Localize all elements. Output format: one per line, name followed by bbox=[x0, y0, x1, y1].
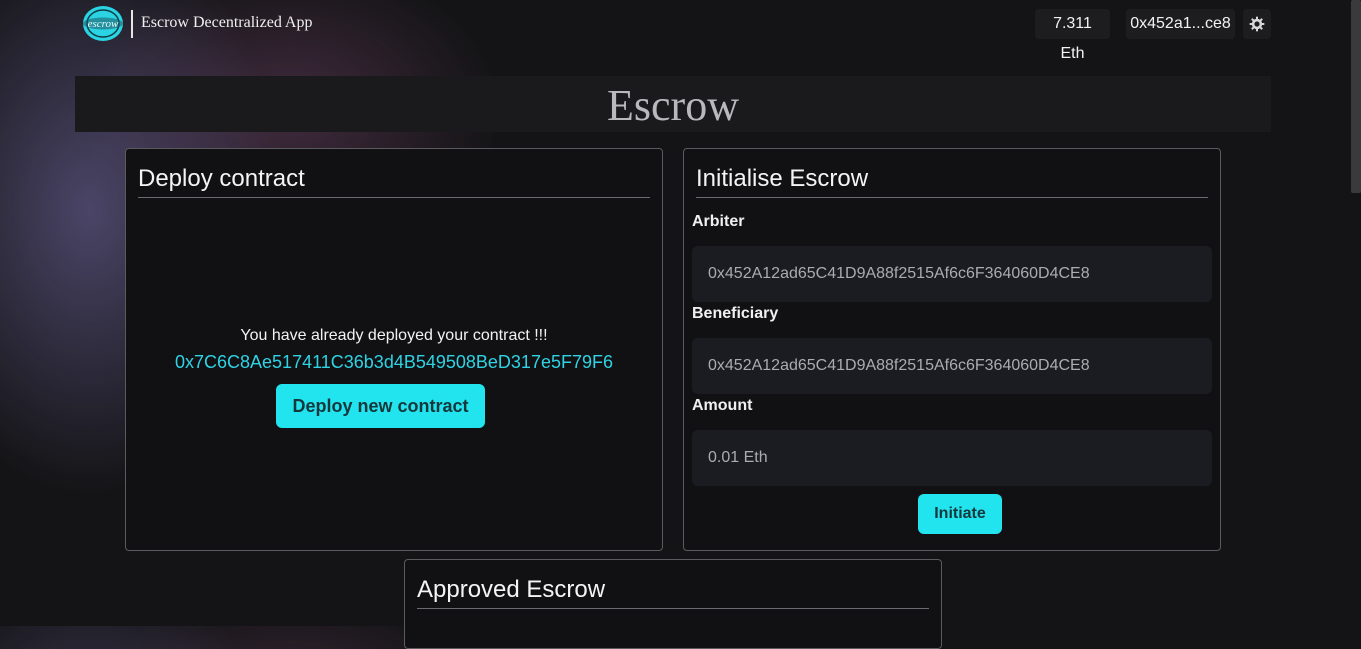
initiate-button[interactable]: Initiate bbox=[918, 494, 1002, 534]
card-title: Initialise Escrow bbox=[696, 165, 869, 192]
contract-address: 0x7C6C8Ae517411C36b3d4B549508BeD317e5F79… bbox=[174, 352, 613, 372]
gear-icon bbox=[1249, 16, 1265, 32]
card-title: Approved Escrow bbox=[417, 576, 606, 603]
svg-text:escrow: escrow bbox=[88, 18, 119, 30]
initialise-escrow-card: Initialise Escrow Arbiter Beneficiary Am… bbox=[683, 148, 1221, 551]
top-navbar: escrow Escrow Decentralized App 7.311 Et… bbox=[0, 0, 1361, 62]
beneficiary-label: Beneficiary bbox=[692, 305, 779, 322]
account-address-button[interactable]: 0x452a1...ce8 bbox=[1126, 9, 1235, 39]
amount-input[interactable] bbox=[692, 430, 1212, 486]
app-name: Escrow Decentralized App bbox=[141, 14, 313, 31]
amount-label: Amount bbox=[692, 397, 753, 414]
deploy-new-contract-button[interactable]: Deploy new contract bbox=[276, 384, 485, 428]
divider bbox=[417, 608, 929, 609]
escrow-logo[interactable]: escrow bbox=[82, 5, 124, 42]
divider bbox=[138, 197, 650, 198]
arbiter-label: Arbiter bbox=[692, 213, 745, 230]
settings-button[interactable] bbox=[1243, 9, 1271, 39]
deploy-status-message: You have already deployed your contract … bbox=[240, 327, 548, 344]
scrollbar-thumb[interactable] bbox=[1351, 0, 1361, 193]
page-title: Escrow bbox=[607, 81, 739, 130]
balance-badge: 7.311 Eth bbox=[1035, 9, 1110, 62]
arbiter-input[interactable] bbox=[692, 246, 1212, 302]
approved-escrow-card: Approved Escrow bbox=[404, 559, 942, 649]
page-header: Escrow bbox=[75, 76, 1271, 132]
deploy-contract-card: Deploy contract You have already deploye… bbox=[125, 148, 663, 551]
beneficiary-input[interactable] bbox=[692, 338, 1212, 394]
divider bbox=[696, 197, 1208, 198]
card-title: Deploy contract bbox=[138, 165, 305, 192]
brand-divider bbox=[131, 10, 133, 38]
